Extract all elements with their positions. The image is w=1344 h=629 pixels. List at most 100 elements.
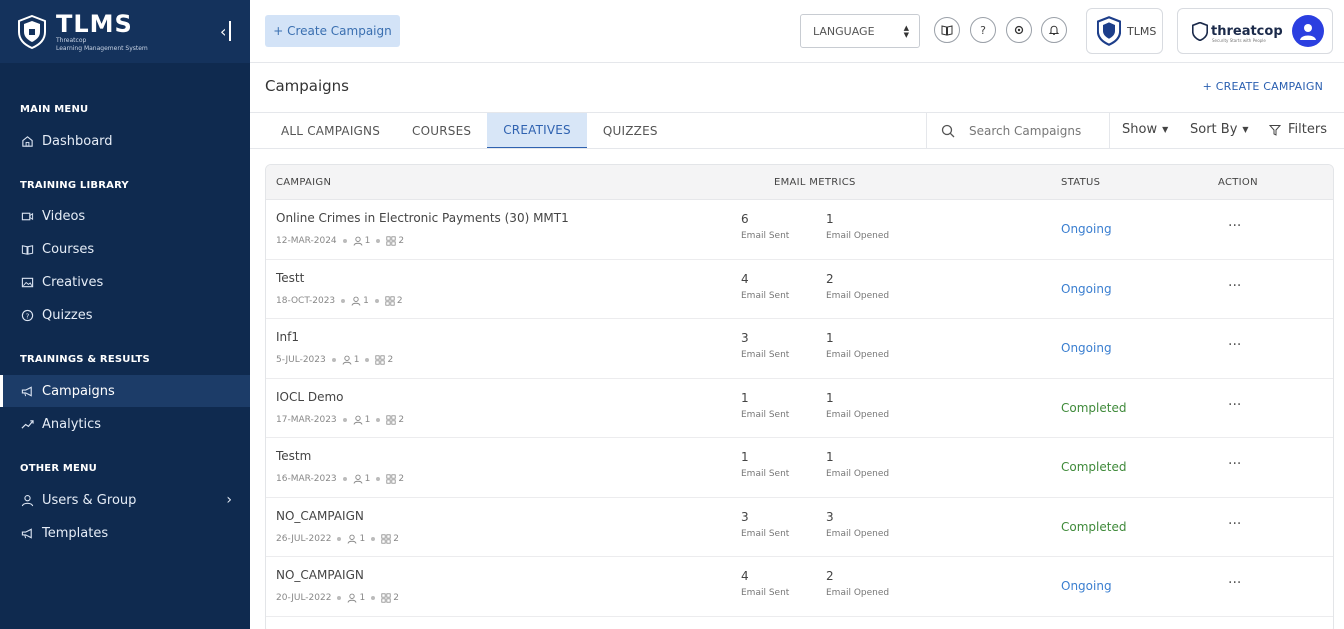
- campaign-tabs: ALL CAMPAIGNS COURSES CREATIVES QUIZZES: [265, 113, 674, 149]
- campaign-name[interactable]: Testm: [276, 449, 311, 463]
- row-actions-menu-button[interactable]: ···: [1228, 575, 1241, 591]
- menu-section-title: MAIN MENU: [20, 104, 89, 115]
- user-avatar[interactable]: [1292, 15, 1324, 47]
- email-opened-label: Email Opened: [826, 528, 890, 539]
- brand-name: TLMS: [56, 9, 133, 38]
- menu-section-title: TRAININGS & RESULTS: [20, 354, 150, 365]
- sort-by-dropdown[interactable]: Sort By ▼: [1190, 122, 1249, 137]
- sidebar-item-analytics[interactable]: Analytics: [0, 408, 250, 440]
- separator-dot: [342, 417, 347, 422]
- sidebar-item-creatives[interactable]: Creatives: [0, 266, 250, 298]
- modules-count: 2: [398, 236, 405, 246]
- threatcop-logo-text: threatcop: [1211, 23, 1283, 39]
- email-opened-metric: 1 Email Opened: [826, 450, 889, 479]
- email-opened-label: Email Opened: [826, 290, 890, 301]
- users-count: 1: [364, 474, 371, 484]
- table-row[interactable]: Testt 18-OCT-2023 1 2 4 Email Sent 2 Ema…: [266, 260, 1333, 319]
- sidebar-item-users-group[interactable]: Users & Group ›: [0, 484, 250, 516]
- book-icon: [941, 25, 953, 36]
- row-actions-menu-button[interactable]: ···: [1228, 337, 1241, 353]
- show-dropdown[interactable]: Show ▼: [1122, 122, 1168, 137]
- filters-button[interactable]: Filters: [1269, 122, 1327, 137]
- language-select[interactable]: LANGUAGE ▲ ▼: [800, 14, 920, 48]
- threatcop-account-card[interactable]: threatcop Security Starts with People: [1177, 8, 1333, 54]
- table-row[interactable]: NO_CAMPAIGN 20-JUL-2022 1 2 4 Email Sent…: [266, 557, 1333, 617]
- row-actions-menu-button[interactable]: ···: [1228, 218, 1241, 234]
- tab-all-campaigns[interactable]: ALL CAMPAIGNS: [265, 113, 396, 149]
- search-campaigns-input[interactable]: Search Campaigns: [926, 113, 1110, 148]
- campaign-name[interactable]: IOCL Demo: [276, 390, 344, 404]
- sort-label: Sort By: [1190, 122, 1238, 137]
- row-actions-menu-button[interactable]: ···: [1228, 456, 1241, 472]
- modules-count: 2: [387, 355, 394, 365]
- table-row[interactable]: Inf1 5-JUL-2023 1 2 3 Email Sent 1 Email…: [266, 319, 1333, 379]
- campaign-name[interactable]: NO_CAMPAIGN: [276, 509, 364, 523]
- email-sent-value: 3: [741, 331, 749, 345]
- book-icon: [20, 242, 34, 256]
- search-icon: [941, 124, 955, 137]
- users-count: 1: [363, 295, 369, 306]
- campaign-name[interactable]: Inf1: [276, 330, 299, 344]
- modules-grid-icon: [385, 295, 397, 306]
- sidebar-item-templates[interactable]: Templates: [0, 517, 250, 549]
- row-actions-menu-button[interactable]: ···: [1228, 516, 1241, 532]
- table-row[interactable]: IOCL Demo 17-MAR-2023 1 2 1 Email Sent 1…: [266, 379, 1333, 438]
- user-icon: [351, 296, 363, 306]
- threatcop-tagline: Security Starts with People: [1212, 38, 1266, 43]
- campaign-name[interactable]: NO_CAMPAIGN: [276, 568, 364, 582]
- create-campaign-button[interactable]: + Create Campaign: [265, 15, 400, 47]
- modules-count: 2: [398, 474, 405, 484]
- campaign-meta: 26-JUL-2022 1 2: [276, 534, 399, 544]
- email-opened-metric: 3 Email Opened: [826, 510, 889, 539]
- collapse-sidebar-button[interactable]: ‹: [220, 20, 234, 42]
- sidebar-item-videos[interactable]: Videos: [0, 200, 250, 232]
- sidebar-item-dashboard[interactable]: Dashboard: [0, 125, 250, 157]
- table-row[interactable]: NO_CAMPAIGN 26-JUL-2022 1 2 3 Email Sent…: [266, 498, 1333, 557]
- campaign-date: 12-MAR-2024: [276, 236, 337, 246]
- user-avatar-icon: [1300, 24, 1316, 40]
- campaign-date: 5-JUL-2023: [276, 355, 326, 365]
- users-count: 1: [353, 355, 360, 365]
- campaign-name[interactable]: Testt: [276, 271, 304, 285]
- page-title: Campaigns: [265, 77, 350, 95]
- tab-courses[interactable]: COURSES: [396, 113, 487, 149]
- status-badge: Completed: [1061, 519, 1127, 534]
- caret-down-icon: ▼: [1162, 125, 1169, 134]
- tlms-app-label: TLMS: [1127, 24, 1157, 38]
- tab-quizzes[interactable]: QUIZZES: [587, 113, 674, 149]
- table-row[interactable]: Online Crimes in Electronic Payments (30…: [266, 200, 1333, 260]
- campaign-meta: 20-JUL-2022 1 2: [276, 593, 399, 603]
- sidebar-item-courses[interactable]: Courses: [0, 233, 250, 265]
- sidebar-item-quizzes[interactable]: ? Quizzes: [0, 299, 250, 331]
- email-opened-label: Email Opened: [826, 469, 890, 479]
- notifications-button[interactable]: [1041, 17, 1067, 43]
- campaign-meta: 12-MAR-2024 1 2: [276, 236, 404, 246]
- row-actions-menu-button[interactable]: ···: [1228, 397, 1241, 413]
- table-row[interactable]: Testm 16-MAR-2023 1 2 1 Email Sent 1 Ema…: [266, 438, 1333, 498]
- email-opened-label: Email Opened: [826, 588, 890, 598]
- search-placeholder: Search Campaigns: [969, 123, 1082, 138]
- guide-book-button[interactable]: [934, 17, 960, 43]
- campaign-meta: 16-MAR-2023 1 2: [276, 474, 404, 484]
- users-count: 1: [364, 236, 371, 246]
- email-sent-value: 3: [741, 509, 749, 524]
- status-badge: Ongoing: [1061, 281, 1112, 296]
- menu-section-title: TRAINING LIBRARY: [20, 180, 129, 191]
- email-opened-value: 1: [826, 450, 834, 464]
- row-actions-menu-button[interactable]: ···: [1228, 278, 1241, 294]
- email-sent-metric: 4 Email Sent: [741, 272, 789, 301]
- brand-sub-tagline: Learning Management System: [56, 44, 148, 52]
- separator-dot: [331, 358, 336, 362]
- settings-button[interactable]: [1006, 17, 1032, 43]
- help-button[interactable]: ?: [970, 17, 996, 43]
- sidebar-item-label: Quizzes: [42, 307, 93, 323]
- brand[interactable]: TLMS Threatcop Learning Management Syste…: [0, 0, 250, 63]
- sidebar-item-campaigns[interactable]: Campaigns: [0, 375, 250, 407]
- create-campaign-link[interactable]: + CREATE CAMPAIGN: [1203, 80, 1323, 93]
- campaign-name[interactable]: Online Crimes in Electronic Payments (30…: [276, 211, 569, 225]
- modules-count: 2: [393, 533, 399, 544]
- show-label: Show: [1122, 122, 1158, 137]
- email-opened-value: 3: [826, 509, 834, 524]
- tab-creatives[interactable]: CREATIVES: [487, 113, 587, 149]
- tlms-app-switch[interactable]: TLMS: [1086, 8, 1163, 54]
